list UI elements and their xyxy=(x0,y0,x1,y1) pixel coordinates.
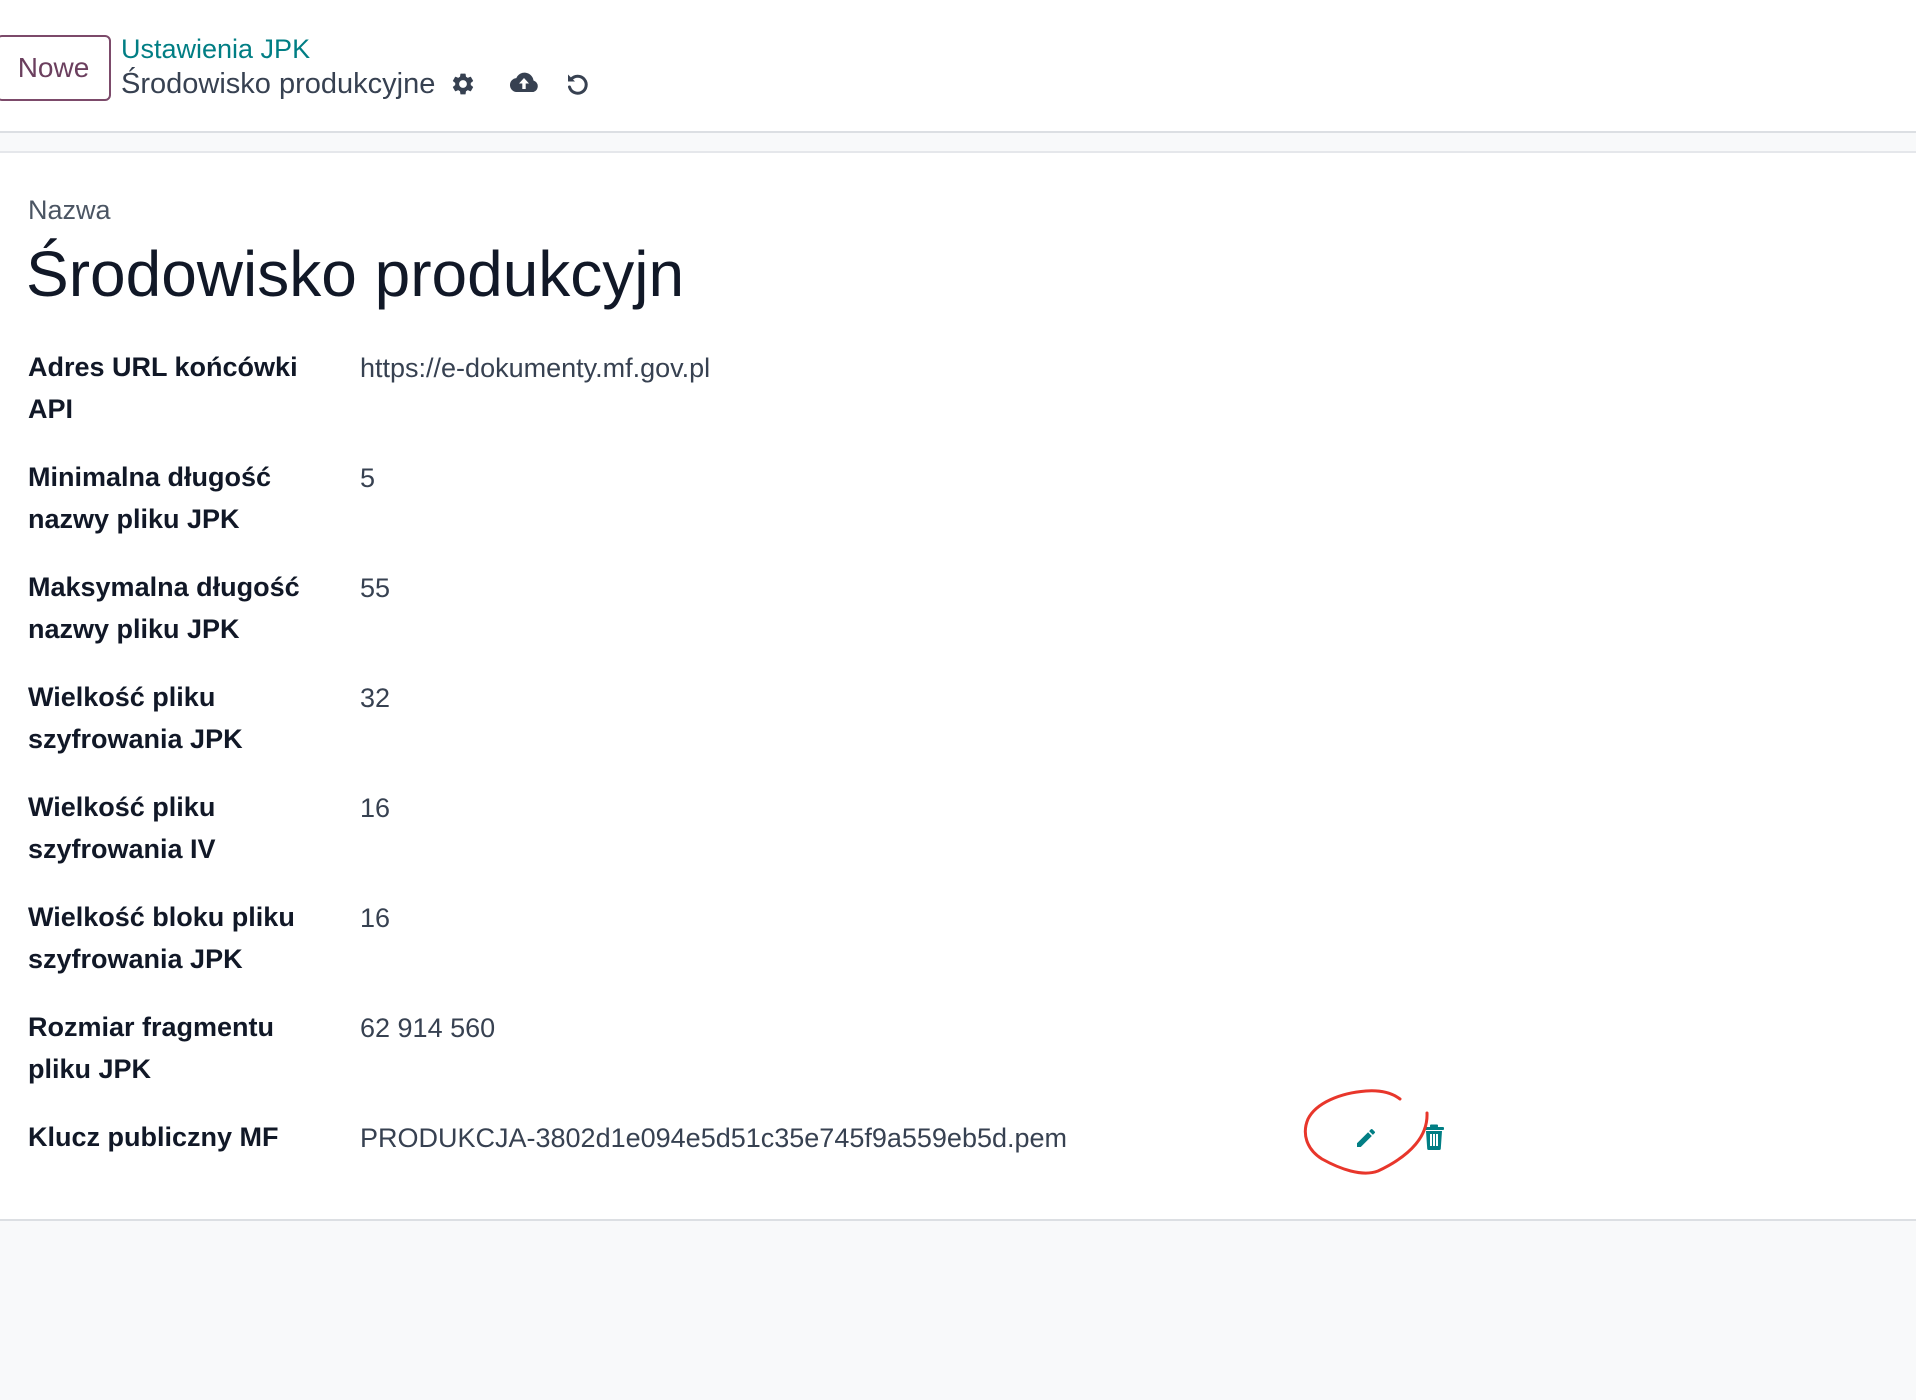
cloud-upload-icon[interactable] xyxy=(508,70,540,96)
name-field[interactable]: Środowisko produkcyjn xyxy=(26,237,684,311)
breadcrumb-parent-link[interactable]: Ustawienia JPK xyxy=(121,34,310,65)
min-filename-length-label: Minimalna długość nazwy pliku JPK xyxy=(28,462,272,534)
breadcrumb-current: Środowisko produkcyjne xyxy=(121,68,436,100)
api-url-label: Adres URL końcówki API xyxy=(28,352,298,424)
public-key-label: Klucz publiczny MF xyxy=(28,1122,279,1152)
encryption-block-size-value[interactable]: 16 xyxy=(360,897,390,939)
encryption-iv-size-label: Wielkość pliku szyfrowania IV xyxy=(28,792,216,864)
encryption-block-size-label: Wielkość bloku pliku szyfrowania JPK xyxy=(28,902,295,974)
public-key-filename[interactable]: PRODUKCJA-3802d1e094e5d51c35e745f9a559eb… xyxy=(360,1117,1067,1159)
encryption-file-size-label: Wielkość pliku szyfrowania JPK xyxy=(28,682,243,754)
name-label: Nazwa xyxy=(28,195,111,225)
api-url-value[interactable]: https://e-dokumenty.mf.gov.pl xyxy=(360,347,710,389)
gear-icon[interactable] xyxy=(450,71,476,97)
undo-icon[interactable] xyxy=(564,70,592,98)
max-filename-length-label: Maksymalna długość nazwy pliku JPK xyxy=(28,572,300,644)
trash-icon[interactable] xyxy=(1423,1124,1445,1155)
max-filename-length-value[interactable]: 55 xyxy=(360,567,390,609)
encryption-iv-size-value[interactable]: 16 xyxy=(360,787,390,829)
control-panel: Nowe Ustawienia JPK Środowisko produkcyj… xyxy=(0,0,1916,133)
min-filename-length-value[interactable]: 5 xyxy=(360,457,375,499)
encryption-file-size-value[interactable]: 32 xyxy=(360,677,390,719)
form-sheet: Nazwa Środowisko produkcyjn Adres URL ko… xyxy=(0,151,1916,1221)
chunk-size-value[interactable]: 62 914 560 xyxy=(360,1007,495,1049)
pencil-icon[interactable] xyxy=(1354,1126,1378,1155)
new-button[interactable]: Nowe xyxy=(0,35,111,101)
chunk-size-label: Rozmiar fragmentu pliku JPK xyxy=(28,1012,275,1084)
